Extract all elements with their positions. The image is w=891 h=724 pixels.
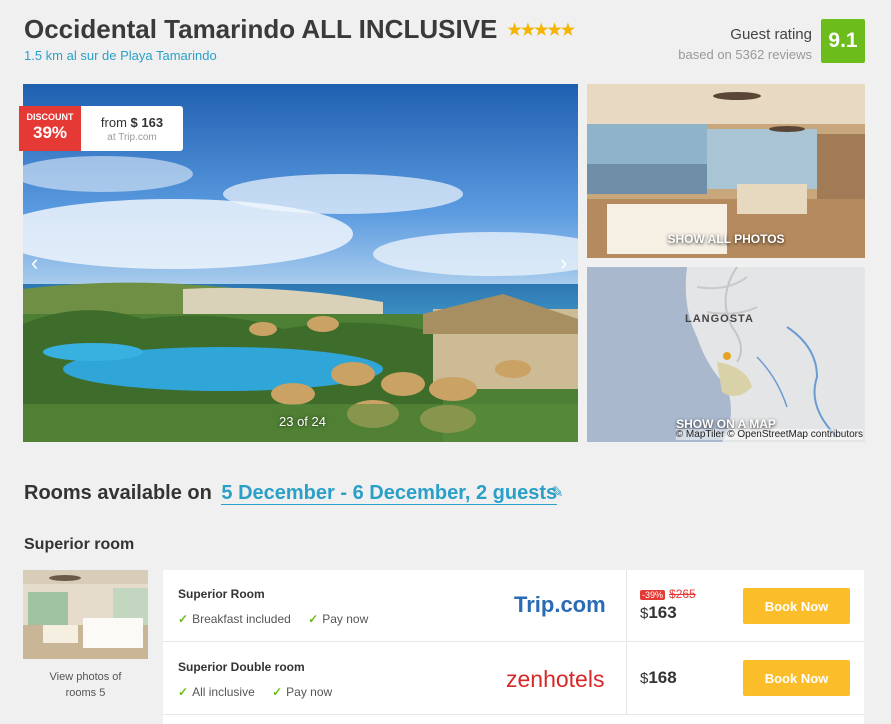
check-icon: ✓ bbox=[178, 685, 189, 699]
map-tile[interactable]: LANGOSTA SHOW ON A MAP © MapTiler © Open… bbox=[587, 267, 865, 442]
offer-features: ✓ Breakfast included ✓ Pay now bbox=[178, 612, 368, 626]
offer-row: Superior Room ✓ Breakfast included ✓ Pay n… bbox=[163, 570, 864, 642]
star-rating-icon: ★★★★★ bbox=[507, 21, 575, 39]
room-type-title: Superior room bbox=[24, 536, 135, 553]
from-text: from bbox=[100, 115, 127, 130]
offer-feature: All inclusive bbox=[192, 685, 255, 699]
offer-feature: Breakfast included bbox=[192, 612, 291, 626]
old-price: -39% $265 bbox=[640, 587, 696, 601]
guest-rating-label: Guest rating bbox=[730, 26, 812, 43]
provider-logo-zenhotels[interactable]: zenhotels bbox=[506, 666, 604, 693]
view-photos-line1: View photos of bbox=[49, 671, 122, 683]
view-photos-link[interactable]: View photos of rooms 5 bbox=[23, 669, 148, 701]
view-photos-line2: rooms 5 bbox=[65, 687, 106, 699]
strikethrough-price: $265 bbox=[669, 587, 696, 601]
offer-feature: Pay now bbox=[322, 612, 369, 626]
from-price-box[interactable]: from $ 163 at Trip.com bbox=[81, 106, 183, 151]
show-all-photos-tile[interactable]: SHOW ALL PHOTOS bbox=[587, 84, 865, 258]
date-guests-selector[interactable]: 5 December - 6 December, 2 guests bbox=[221, 482, 558, 505]
rating-score-badge: 9.1 bbox=[821, 19, 865, 63]
divider bbox=[626, 643, 627, 715]
offer-room-name: Superior Room bbox=[178, 587, 265, 601]
provider-logo-tripcom[interactable]: Trip.com bbox=[514, 592, 606, 618]
price-value: 168 bbox=[648, 668, 677, 687]
offer-price: $168 bbox=[640, 668, 677, 688]
from-price: $ 163 bbox=[130, 115, 164, 130]
hotel-name: Occidental Tamarindo ALL INCLUSIVE bbox=[24, 14, 498, 44]
price-value: 163 bbox=[648, 603, 677, 622]
check-icon: ✓ bbox=[272, 685, 283, 699]
photo-counter: 23 of 24 bbox=[279, 414, 326, 429]
map-place-label: LANGOSTA bbox=[685, 313, 754, 325]
rooms-heading: Rooms available on 5 December - 6 Decemb… bbox=[24, 482, 558, 505]
offer-row: Superior Double room ✓ All inclusive ✓ Pay… bbox=[163, 643, 864, 715]
check-icon: ✓ bbox=[308, 612, 319, 626]
show-all-photos-label: SHOW ALL PHOTOS bbox=[667, 232, 785, 246]
offers-table: Superior Room ✓ Breakfast included ✓ Pay n… bbox=[163, 570, 864, 724]
offer-features: ✓ All inclusive ✓ Pay now bbox=[178, 685, 332, 699]
discount-percent: 39% bbox=[32, 123, 68, 142]
map-credit: © MapTiler © OpenStreetMap contributors bbox=[675, 429, 863, 440]
rooms-heading-text: Rooms available on bbox=[24, 482, 212, 504]
price-discount-badge: -39% bbox=[640, 590, 666, 600]
offer-feature: Pay now bbox=[286, 685, 333, 699]
book-now-button[interactable]: Book Now bbox=[743, 588, 850, 624]
review-count: based on 5362 reviews bbox=[678, 47, 812, 62]
prev-photo-arrow-icon[interactable]: ‹ bbox=[31, 250, 38, 276]
hotel-location-link[interactable]: 1.5 km al sur de Playa Tamarindo bbox=[24, 48, 217, 63]
offer-room-name: Superior Double room bbox=[178, 660, 305, 674]
location-map bbox=[587, 267, 865, 442]
price-source: at Trip.com bbox=[107, 132, 157, 143]
edit-pencil-icon[interactable]: ✎ bbox=[551, 483, 564, 501]
offer-price: $163 bbox=[640, 603, 677, 623]
room-photo bbox=[23, 570, 148, 659]
divider bbox=[626, 570, 627, 642]
room-thumbnail[interactable] bbox=[23, 570, 148, 659]
next-photo-arrow-icon[interactable]: › bbox=[560, 250, 567, 276]
hotel-title: Occidental Tamarindo ALL INCLUSIVE ★★★★★ bbox=[24, 14, 575, 45]
discount-label: DISCOUNT bbox=[26, 112, 74, 122]
check-icon: ✓ bbox=[178, 612, 189, 626]
book-now-button[interactable]: Book Now bbox=[743, 660, 850, 696]
discount-badge: DISCOUNT 39% bbox=[19, 106, 81, 151]
